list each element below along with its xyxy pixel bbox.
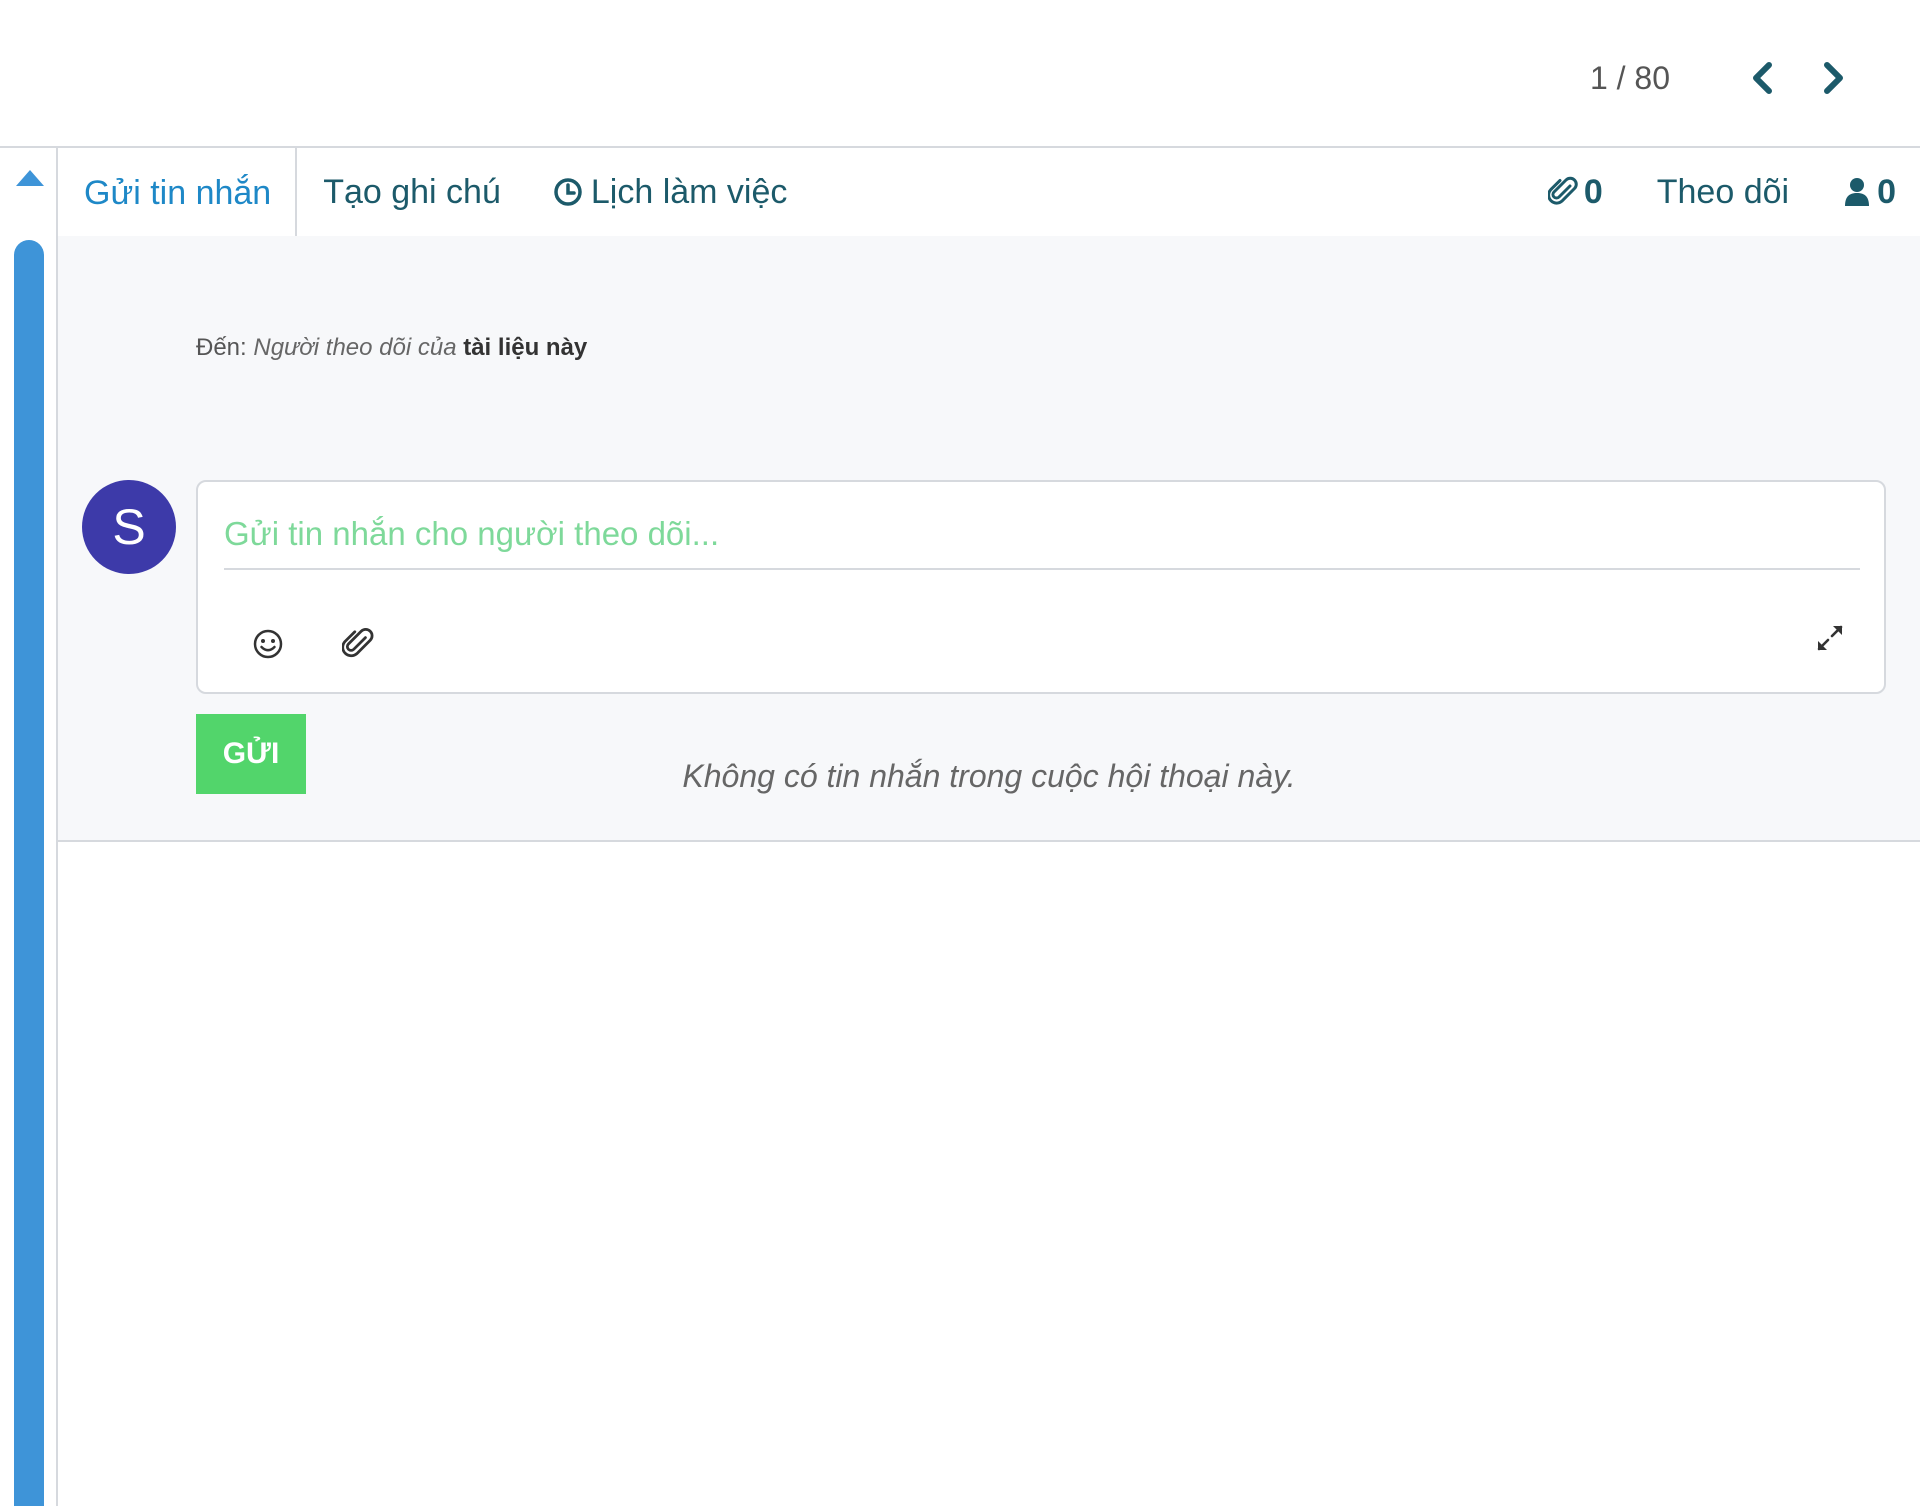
paperclip-icon	[342, 628, 374, 658]
attachments-count: 0	[1583, 172, 1603, 211]
pager: 1 / 80	[1590, 50, 1862, 106]
chatter-panel: Gửi tin nhắn Tạo ghi chú Lịch làm việc 0…	[58, 146, 1920, 1506]
tab-schedule-activity[interactable]: Lịch làm việc	[527, 148, 814, 236]
vertical-scrollbar[interactable]	[0, 146, 58, 1506]
tab-send-message[interactable]: Gửi tin nhắn	[58, 148, 298, 238]
emoji-button[interactable]	[246, 622, 290, 666]
clock-icon	[553, 177, 583, 207]
chevron-right-icon	[1824, 62, 1843, 94]
followers-button[interactable]: 0	[1843, 173, 1896, 212]
recipients-followers-text: Người theo dõi của	[253, 334, 457, 361]
message-input[interactable]	[224, 500, 1860, 570]
attach-file-button[interactable]	[336, 622, 380, 666]
user-icon	[1843, 177, 1871, 207]
page: 1 / 80 Gửi tin nhắn Tạo ghi chú Lịch làm…	[0, 0, 1920, 1506]
recipients-document-text: tài liệu này	[463, 334, 588, 361]
chevron-left-icon	[1753, 62, 1772, 94]
expand-icon	[1817, 625, 1843, 651]
tab-schedule-activity-label: Lịch làm việc	[590, 172, 788, 211]
composer-box	[196, 480, 1886, 694]
follow-button[interactable]: Theo dõi	[1657, 173, 1789, 212]
tab-log-note[interactable]: Tạo ghi chú	[297, 148, 527, 236]
avatar: S	[82, 480, 176, 574]
recipients-to-label: Đến:	[196, 334, 247, 361]
pager-next-button[interactable]	[1806, 50, 1862, 106]
followers-count: 0	[1877, 172, 1896, 211]
empty-thread-message: Không có tin nhắn trong cuộc hội thoại n…	[58, 758, 1920, 795]
composer-recipients: Đến: Người theo dõi của tài liệu này	[196, 334, 587, 362]
chatter-topbar: Gửi tin nhắn Tạo ghi chú Lịch làm việc 0…	[58, 146, 1920, 238]
empty-thread-text: Không có tin nhắn trong cuộc hội thoại n…	[682, 758, 1296, 794]
tab-log-note-label: Tạo ghi chú	[323, 172, 501, 211]
full-composer-button[interactable]	[1808, 616, 1852, 660]
smiley-icon	[253, 629, 283, 659]
scrollbar-thumb[interactable]	[14, 240, 44, 1506]
paperclip-icon	[1547, 176, 1578, 208]
tab-send-message-label: Gửi tin nhắn	[84, 173, 272, 212]
chatter-topbar-right: 0 Theo dõi 0	[1494, 148, 1920, 236]
attachments-button[interactable]: 0	[1547, 172, 1603, 212]
scroll-up-arrow-icon[interactable]	[12, 164, 48, 190]
follow-label: Theo dõi	[1656, 172, 1790, 211]
pager-previous-button[interactable]	[1734, 50, 1790, 106]
pager-value[interactable]: 1 / 80	[1590, 60, 1670, 97]
